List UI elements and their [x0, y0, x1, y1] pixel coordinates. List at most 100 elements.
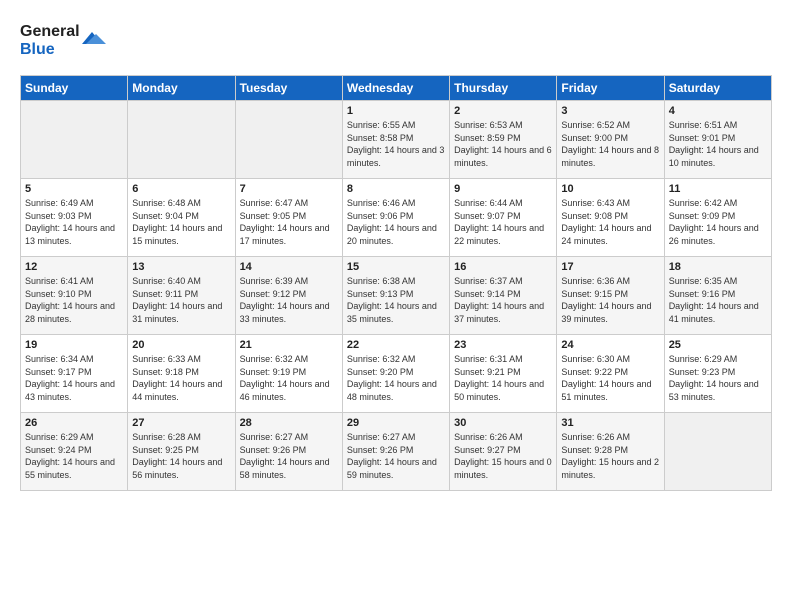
logo-icon: General Blue [20, 16, 110, 60]
calendar-week-4: 19Sunrise: 6:34 AMSunset: 9:17 PMDayligh… [21, 335, 772, 413]
calendar-cell: 17 Sunrise: 6:36 AMSunset: 9:15 PMDayligh… [557, 257, 664, 335]
calendar-cell: 21 Sunrise: 6:32 AMSunset: 9:19 PMDayligh… [235, 335, 342, 413]
calendar-cell: 3 Sunrise: 6:52 AMSunset: 9:00 PMDaylight… [557, 101, 664, 179]
day-number: 10 [561, 183, 659, 195]
day-number: 25 [669, 339, 767, 351]
cell-content: Sunrise: 6:41 AMSunset: 9:10 PMDaylight:… [25, 275, 123, 325]
day-number: 11 [669, 183, 767, 195]
day-number: 5 [25, 183, 123, 195]
day-number: 8 [347, 183, 445, 195]
cell-content: Sunrise: 6:46 AMSunset: 9:06 PMDaylight:… [347, 197, 445, 247]
cell-content: Sunrise: 6:37 AMSunset: 9:14 PMDaylight:… [454, 275, 552, 325]
day-number: 7 [240, 183, 338, 195]
calendar-cell: 19Sunrise: 6:34 AMSunset: 9:17 PMDayligh… [21, 335, 128, 413]
cell-content: Sunrise: 6:27 AMSunset: 9:26 PMDaylight:… [347, 431, 445, 481]
calendar-cell [235, 101, 342, 179]
calendar-cell: 26 Sunrise: 6:29 AMSunset: 9:24 PMDayligh… [21, 413, 128, 491]
calendar-cell: 31Sunrise: 6:26 AMSunset: 9:28 PMDayligh… [557, 413, 664, 491]
day-number: 29 [347, 417, 445, 429]
day-number: 13 [132, 261, 230, 273]
day-number: 31 [561, 417, 659, 429]
calendar-cell: 18 Sunrise: 6:35 AMSunset: 9:16 PMDayligh… [664, 257, 771, 335]
calendar-week-5: 26 Sunrise: 6:29 AMSunset: 9:24 PMDayligh… [21, 413, 772, 491]
day-number: 28 [240, 417, 338, 429]
day-number: 30 [454, 417, 552, 429]
day-number: 20 [132, 339, 230, 351]
calendar-cell: 5 Sunrise: 6:49 AMSunset: 9:03 PMDaylight… [21, 179, 128, 257]
cell-content: Sunrise: 6:32 AMSunset: 9:19 PMDaylight:… [240, 353, 338, 403]
cell-content: Sunrise: 6:44 AMSunset: 9:07 PMDaylight:… [454, 197, 552, 247]
calendar-cell: 7 Sunrise: 6:47 AMSunset: 9:05 PMDaylight… [235, 179, 342, 257]
calendar-week-3: 12 Sunrise: 6:41 AMSunset: 9:10 PMDayligh… [21, 257, 772, 335]
calendar-cell: 12 Sunrise: 6:41 AMSunset: 9:10 PMDayligh… [21, 257, 128, 335]
day-number: 22 [347, 339, 445, 351]
calendar-cell: 13 Sunrise: 6:40 AMSunset: 9:11 PMDayligh… [128, 257, 235, 335]
cell-content: Sunrise: 6:35 AMSunset: 9:16 PMDaylight:… [669, 275, 767, 325]
calendar-cell: 8 Sunrise: 6:46 AMSunset: 9:06 PMDaylight… [342, 179, 449, 257]
day-number: 9 [454, 183, 552, 195]
cell-content: Sunrise: 6:49 AMSunset: 9:03 PMDaylight:… [25, 197, 123, 247]
calendar-cell: 20 Sunrise: 6:33 AMSunset: 9:18 PMDayligh… [128, 335, 235, 413]
cell-content: Sunrise: 6:43 AMSunset: 9:08 PMDaylight:… [561, 197, 659, 247]
day-number: 26 [25, 417, 123, 429]
day-number: 18 [669, 261, 767, 273]
cell-content: Sunrise: 6:36 AMSunset: 9:15 PMDaylight:… [561, 275, 659, 325]
calendar-cell: 4 Sunrise: 6:51 AMSunset: 9:01 PMDaylight… [664, 101, 771, 179]
calendar-cell: 30 Sunrise: 6:26 AMSunset: 9:27 PMDayligh… [450, 413, 557, 491]
cell-content: Sunrise: 6:31 AMSunset: 9:21 PMDaylight:… [454, 353, 552, 403]
calendar-cell: 10 Sunrise: 6:43 AMSunset: 9:08 PMDayligh… [557, 179, 664, 257]
cell-content: Sunrise: 6:52 AMSunset: 9:00 PMDaylight:… [561, 119, 659, 169]
logo: General Blue [20, 16, 110, 65]
calendar-cell [664, 413, 771, 491]
svg-text:Blue: Blue [20, 41, 55, 58]
calendar-cell: 25 Sunrise: 6:29 AMSunset: 9:23 PMDayligh… [664, 335, 771, 413]
calendar-cell: 11Sunrise: 6:42 AMSunset: 9:09 PMDayligh… [664, 179, 771, 257]
calendar-cell: 9 Sunrise: 6:44 AMSunset: 9:07 PMDaylight… [450, 179, 557, 257]
cell-content: Sunrise: 6:47 AMSunset: 9:05 PMDaylight:… [240, 197, 338, 247]
day-number: 3 [561, 105, 659, 117]
cell-content: Sunrise: 6:55 AMSunset: 8:58 PMDaylight:… [347, 119, 445, 169]
cell-content: Sunrise: 6:38 AMSunset: 9:13 PMDaylight:… [347, 275, 445, 325]
calendar-cell: 29 Sunrise: 6:27 AMSunset: 9:26 PMDayligh… [342, 413, 449, 491]
cell-content: Sunrise: 6:30 AMSunset: 9:22 PMDaylight:… [561, 353, 659, 403]
weekday-header-monday: Monday [128, 76, 235, 101]
weekday-header-friday: Friday [557, 76, 664, 101]
calendar-week-1: 1 Sunrise: 6:55 AMSunset: 8:58 PMDaylight… [21, 101, 772, 179]
cell-content: Sunrise: 6:48 AMSunset: 9:04 PMDaylight:… [132, 197, 230, 247]
day-number: 19 [25, 339, 123, 351]
calendar-body: 1 Sunrise: 6:55 AMSunset: 8:58 PMDaylight… [21, 101, 772, 491]
cell-content: Sunrise: 6:29 AMSunset: 9:24 PMDaylight:… [25, 431, 123, 481]
calendar-cell: 1 Sunrise: 6:55 AMSunset: 8:58 PMDaylight… [342, 101, 449, 179]
day-number: 12 [25, 261, 123, 273]
cell-content: Sunrise: 6:27 AMSunset: 9:26 PMDaylight:… [240, 431, 338, 481]
svg-text:General: General [20, 23, 80, 40]
day-number: 27 [132, 417, 230, 429]
day-number: 1 [347, 105, 445, 117]
calendar-week-2: 5 Sunrise: 6:49 AMSunset: 9:03 PMDaylight… [21, 179, 772, 257]
day-number: 2 [454, 105, 552, 117]
day-number: 17 [561, 261, 659, 273]
cell-content: Sunrise: 6:33 AMSunset: 9:18 PMDaylight:… [132, 353, 230, 403]
day-number: 16 [454, 261, 552, 273]
calendar-cell: 28 Sunrise: 6:27 AMSunset: 9:26 PMDayligh… [235, 413, 342, 491]
day-number: 6 [132, 183, 230, 195]
calendar-cell: 23 Sunrise: 6:31 AMSunset: 9:21 PMDayligh… [450, 335, 557, 413]
calendar-cell: 16 Sunrise: 6:37 AMSunset: 9:14 PMDayligh… [450, 257, 557, 335]
day-number: 23 [454, 339, 552, 351]
cell-content: Sunrise: 6:26 AMSunset: 9:27 PMDaylight:… [454, 431, 552, 481]
cell-content: Sunrise: 6:32 AMSunset: 9:20 PMDaylight:… [347, 353, 445, 403]
cell-content: Sunrise: 6:29 AMSunset: 9:23 PMDaylight:… [669, 353, 767, 403]
day-number: 15 [347, 261, 445, 273]
day-number: 14 [240, 261, 338, 273]
cell-content: Sunrise: 6:40 AMSunset: 9:11 PMDaylight:… [132, 275, 230, 325]
day-number: 21 [240, 339, 338, 351]
page-header: General Blue [20, 16, 772, 65]
day-number: 4 [669, 105, 767, 117]
weekday-header-sunday: Sunday [21, 76, 128, 101]
calendar-cell: 2Sunrise: 6:53 AMSunset: 8:59 PMDaylight… [450, 101, 557, 179]
calendar-cell [21, 101, 128, 179]
calendar-cell: 22 Sunrise: 6:32 AMSunset: 9:20 PMDayligh… [342, 335, 449, 413]
calendar-header-row: SundayMondayTuesdayWednesdayThursdayFrid… [21, 76, 772, 101]
calendar-cell: 6 Sunrise: 6:48 AMSunset: 9:04 PMDaylight… [128, 179, 235, 257]
cell-content: Sunrise: 6:51 AMSunset: 9:01 PMDaylight:… [669, 119, 767, 169]
